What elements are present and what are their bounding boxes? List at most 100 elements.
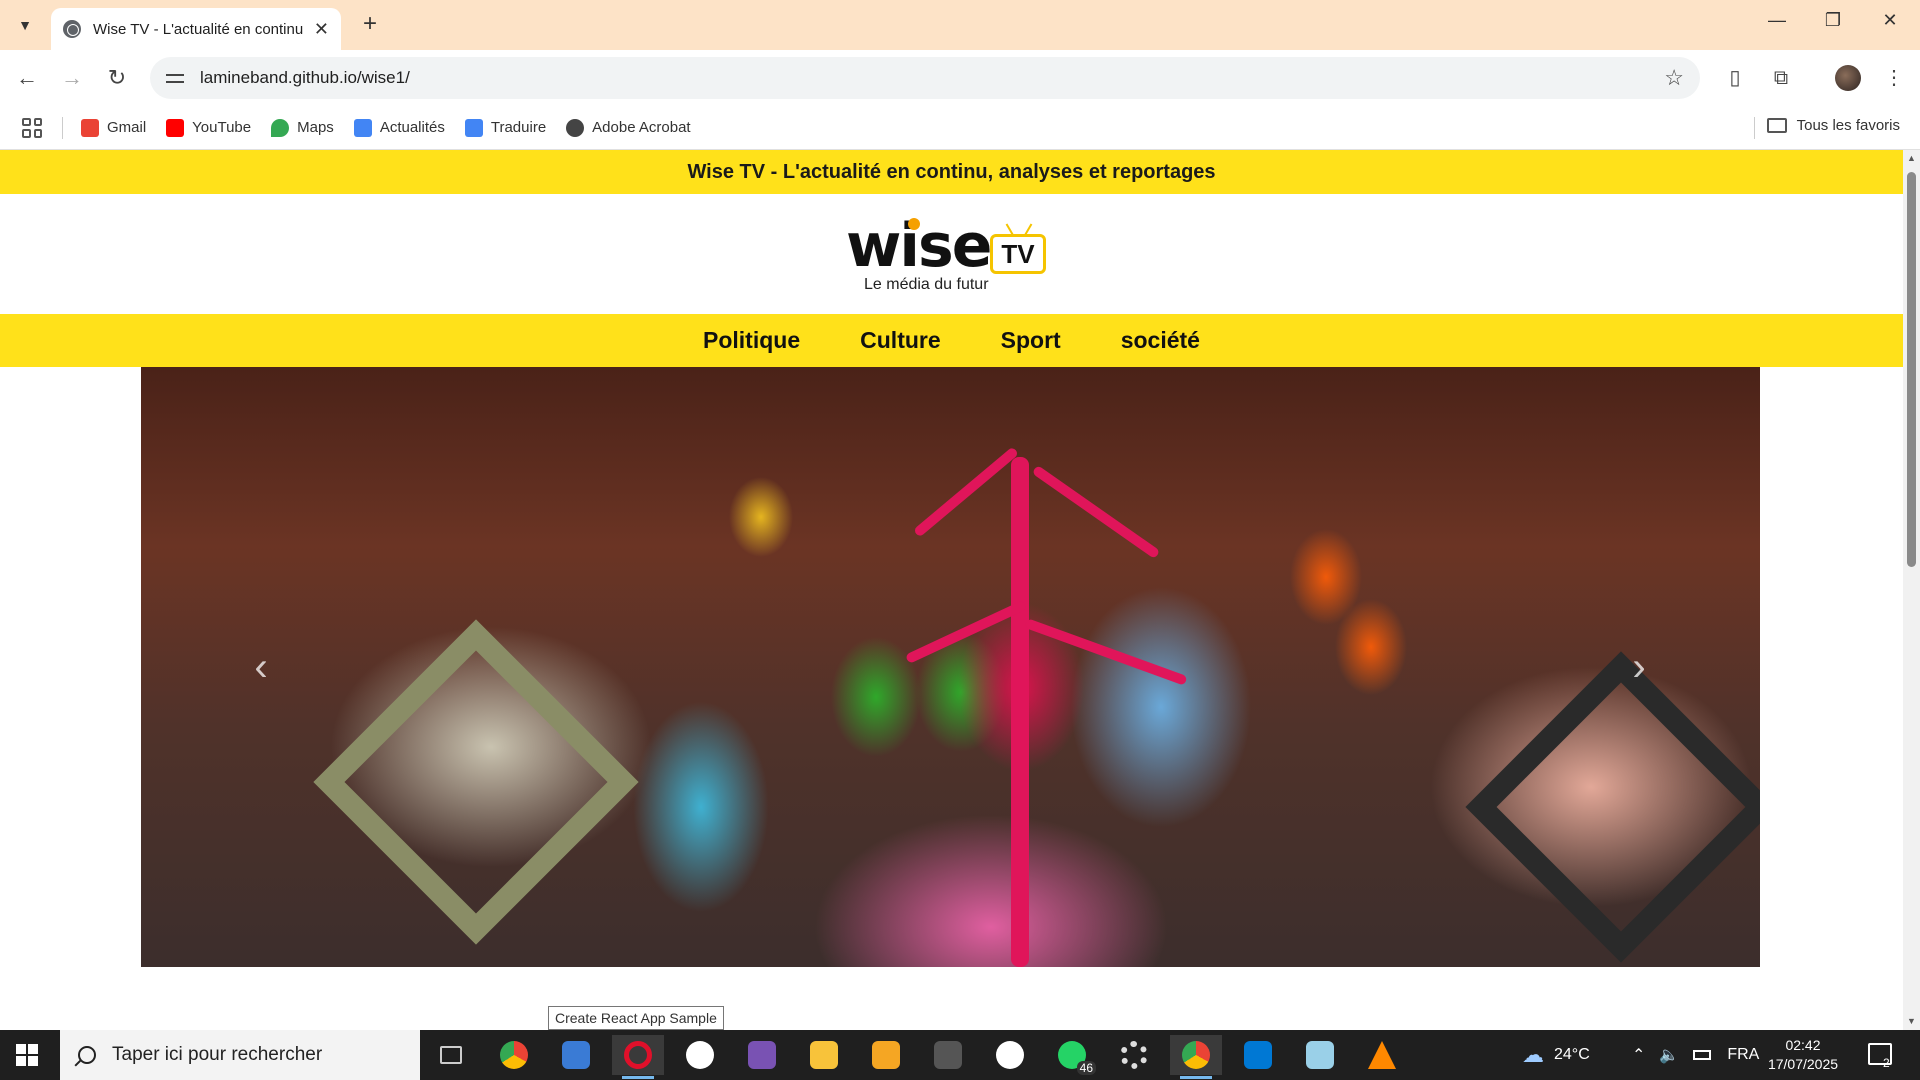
- system-tray: ⌃ 🔈 FRA: [1632, 1030, 1759, 1080]
- bookmarks-separator: [62, 116, 63, 139]
- blue-app[interactable]: [1294, 1035, 1346, 1075]
- hero-carousel[interactable]: ‹ ›: [141, 367, 1760, 967]
- bookmarks-bar: Gmail YouTube Maps Actualités Traduire A…: [0, 106, 1920, 150]
- bookmark-label: YouTube: [192, 119, 252, 136]
- w-app[interactable]: [922, 1035, 974, 1075]
- bookmark-translate[interactable]: Traduire: [464, 118, 547, 137]
- remote-desktop-app[interactable]: [550, 1035, 602, 1075]
- close-window-button[interactable]: ✕: [1870, 10, 1910, 31]
- taskbar-search-box[interactable]: Taper ici pour rechercher: [60, 1030, 420, 1080]
- bookmark-adobe-acrobat[interactable]: Adobe Acrobat: [566, 118, 691, 137]
- chevron-up-icon[interactable]: ⌃: [1632, 1045, 1645, 1065]
- page-scrollbar[interactable]: ▲ ▼: [1903, 150, 1920, 1030]
- logo-area: wise TV Le média du futur: [0, 194, 1903, 314]
- clock-date: 17/07/2025: [1767, 1056, 1839, 1072]
- new-tab-button[interactable]: +: [355, 10, 385, 38]
- wise-tv-logo[interactable]: wise TV Le média du futur: [846, 216, 1056, 296]
- github-app[interactable]: [674, 1035, 726, 1075]
- search-placeholder: Taper ici pour rechercher: [112, 1044, 323, 1065]
- globe-icon: [63, 20, 81, 38]
- reload-button[interactable]: ↻: [102, 63, 132, 93]
- nav-link-societe[interactable]: société: [1121, 327, 1200, 354]
- site-headline-bar: Wise TV - L'actualité en continu, analys…: [0, 150, 1903, 194]
- opera-app[interactable]: [612, 1035, 664, 1079]
- bookmark-label: Adobe Acrobat: [592, 119, 691, 136]
- forward-button[interactable]: →: [57, 63, 87, 93]
- scrollbar-thumb[interactable]: [1907, 172, 1916, 567]
- vscode-app[interactable]: [1232, 1035, 1284, 1075]
- gear-icon: [1120, 1041, 1148, 1069]
- page-viewport: Wise TV - L'actualité en continu, analys…: [0, 150, 1903, 1030]
- mongodb-icon: [996, 1041, 1024, 1069]
- weather-widget[interactable]: ☁ 24°C: [1522, 1030, 1590, 1080]
- vlc-icon: [1368, 1041, 1396, 1069]
- bookmark-label: Traduire: [490, 119, 547, 136]
- all-favorites-button[interactable]: Tous les favoris: [1766, 117, 1900, 134]
- nav-link-sport[interactable]: Sport: [1001, 327, 1061, 354]
- battery-icon[interactable]: [1693, 1050, 1712, 1060]
- file-explorer-app[interactable]: [798, 1035, 850, 1075]
- url-text[interactable]: lamineband.github.io/wise1/: [200, 68, 410, 88]
- carousel-image-detail: [1031, 464, 1161, 560]
- news-icon: [353, 118, 372, 137]
- bookmark-star-icon[interactable]: ☆: [1664, 65, 1684, 91]
- address-bar[interactable]: lamineband.github.io/wise1/ ☆: [150, 57, 1700, 99]
- weather-cloud-icon: ☁: [1522, 1042, 1544, 1067]
- back-button[interactable]: ←: [12, 63, 42, 93]
- opera-icon: [624, 1041, 652, 1069]
- bookmark-news[interactable]: Actualités: [353, 118, 445, 137]
- carousel-image-detail: [1011, 457, 1029, 967]
- extensions-icon[interactable]: ⧉: [1768, 65, 1794, 91]
- bootstrap-studio-app[interactable]: [736, 1035, 788, 1075]
- bookmark-gmail[interactable]: Gmail: [81, 118, 147, 137]
- nav-link-politique[interactable]: Politique: [703, 327, 800, 354]
- tab-search-button[interactable]: ▼: [10, 10, 40, 40]
- apps-grid-icon[interactable]: [22, 117, 42, 138]
- chrome-app[interactable]: [488, 1035, 540, 1075]
- vlc-app[interactable]: [1356, 1035, 1408, 1075]
- vscode-icon: [1244, 1041, 1272, 1069]
- folder-icon: [810, 1041, 838, 1069]
- chrome-active-app[interactable]: [1170, 1035, 1222, 1079]
- chrome-icon: [500, 1041, 528, 1069]
- bookmark-label: Actualités: [379, 119, 445, 136]
- taskbar-tooltip: Create React App Sample: [548, 1006, 724, 1030]
- tv-icon: TV: [990, 234, 1046, 274]
- close-icon[interactable]: ✕: [314, 19, 329, 40]
- globe-icon: [566, 118, 585, 137]
- menu-kebab-icon[interactable]: ⋮: [1881, 65, 1907, 91]
- whatsapp-app[interactable]: 46: [1046, 1035, 1098, 1075]
- settings-app[interactable]: [1108, 1035, 1160, 1075]
- weather-temperature: 24°C: [1554, 1046, 1590, 1063]
- browser-titlebar: ▼ Wise TV - L'actualité en continu ✕ + —…: [0, 0, 1920, 50]
- app-blue-icon: [1306, 1041, 1334, 1069]
- bookmark-maps[interactable]: Maps: [271, 118, 334, 137]
- carousel-next-button[interactable]: ›: [1619, 647, 1659, 687]
- mongodb-app[interactable]: [984, 1035, 1036, 1075]
- chrome-icon: [1182, 1041, 1210, 1069]
- taskbar-clock[interactable]: 02:42 17/07/2025: [1758, 1036, 1848, 1074]
- search-icon: [78, 1046, 96, 1064]
- site-info-icon[interactable]: [164, 67, 186, 89]
- profile-avatar[interactable]: [1835, 65, 1861, 91]
- bookmark-label: Gmail: [107, 119, 147, 136]
- carousel-prev-button[interactable]: ‹: [241, 647, 281, 687]
- windows-taskbar: Taper ici pour rechercher 46 ☁ 24°C ⌃ 🔈 …: [0, 1030, 1920, 1080]
- nav-link-culture[interactable]: Culture: [860, 327, 941, 354]
- sublime-app[interactable]: [860, 1035, 912, 1075]
- browser-toolbar: ← → ↻ lamineband.github.io/wise1/ ☆ ▯ ⧉ …: [0, 50, 1920, 106]
- scroll-down-icon[interactable]: ▼: [1907, 1016, 1916, 1026]
- language-indicator[interactable]: FRA: [1727, 1046, 1759, 1064]
- w-app-icon: [934, 1041, 962, 1069]
- bookmark-youtube[interactable]: YouTube: [166, 118, 252, 137]
- task-view-app[interactable]: [425, 1035, 477, 1075]
- browser-tab[interactable]: Wise TV - L'actualité en continu ✕: [51, 8, 341, 50]
- whatsapp-badge: 46: [1076, 1061, 1096, 1075]
- windows-start-icon[interactable]: [16, 1044, 38, 1066]
- scroll-up-icon[interactable]: ▲: [1907, 153, 1916, 163]
- side-panel-icon[interactable]: ▯: [1722, 65, 1748, 91]
- restore-button[interactable]: ❐: [1813, 10, 1853, 31]
- volume-icon[interactable]: 🔈: [1659, 1045, 1679, 1065]
- minimize-button[interactable]: —: [1757, 10, 1797, 31]
- translate-icon: [464, 118, 483, 137]
